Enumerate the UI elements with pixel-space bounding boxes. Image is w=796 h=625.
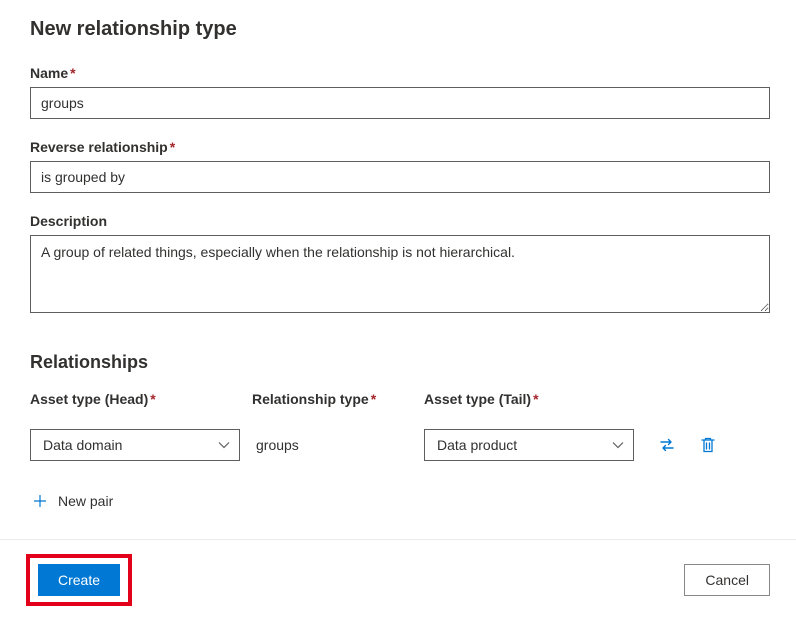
create-button[interactable]: Create: [38, 564, 120, 596]
new-pair-label: New pair: [58, 493, 113, 509]
tail-asset-value: Data product: [437, 437, 517, 453]
swap-icon: [658, 436, 676, 454]
head-asset-type-dropdown[interactable]: Data domain: [30, 429, 240, 461]
name-field: Name*: [30, 65, 770, 119]
swap-button[interactable]: [654, 432, 680, 458]
name-input[interactable]: [30, 87, 770, 119]
description-label: Description: [30, 213, 770, 229]
required-indicator: *: [371, 391, 376, 407]
row-actions: [646, 432, 736, 458]
footer: Create Cancel: [0, 539, 796, 624]
relationships-section-title: Relationships: [30, 352, 770, 373]
tail-column-label: Asset type (Tail)*: [424, 391, 634, 407]
create-highlight: Create: [26, 554, 132, 606]
required-indicator: *: [150, 391, 155, 407]
required-indicator: *: [533, 391, 538, 407]
reverse-label: Reverse relationship*: [30, 139, 770, 155]
reverse-label-text: Reverse relationship: [30, 139, 168, 155]
head-asset-value: Data domain: [43, 437, 122, 453]
cancel-button[interactable]: Cancel: [684, 564, 770, 596]
new-pair-button[interactable]: New pair: [30, 489, 115, 513]
description-textarea[interactable]: [30, 235, 770, 313]
chevron-down-icon: [611, 438, 625, 452]
required-indicator: *: [170, 139, 175, 155]
description-field: Description: [30, 213, 770, 316]
tail-column-text: Asset type (Tail): [424, 391, 531, 407]
trash-icon: [700, 436, 716, 454]
delete-button[interactable]: [696, 432, 720, 458]
plus-icon: [32, 493, 48, 509]
relationship-row: Data domain groups Data product: [30, 429, 770, 461]
reverse-input[interactable]: [30, 161, 770, 193]
name-label-text: Name: [30, 65, 68, 81]
head-column-text: Asset type (Head): [30, 391, 148, 407]
reverse-field: Reverse relationship*: [30, 139, 770, 193]
head-column-label: Asset type (Head)*: [30, 391, 240, 407]
required-indicator: *: [70, 65, 75, 81]
chevron-down-icon: [217, 438, 231, 452]
relationships-headers: Asset type (Head)* Relationship type* As…: [30, 391, 770, 407]
name-label: Name*: [30, 65, 770, 81]
relationship-type-value: groups: [252, 437, 412, 453]
tail-asset-type-dropdown[interactable]: Data product: [424, 429, 634, 461]
page-title: New relationship type: [30, 18, 770, 41]
type-column-text: Relationship type: [252, 391, 369, 407]
type-column-label: Relationship type*: [252, 391, 412, 407]
